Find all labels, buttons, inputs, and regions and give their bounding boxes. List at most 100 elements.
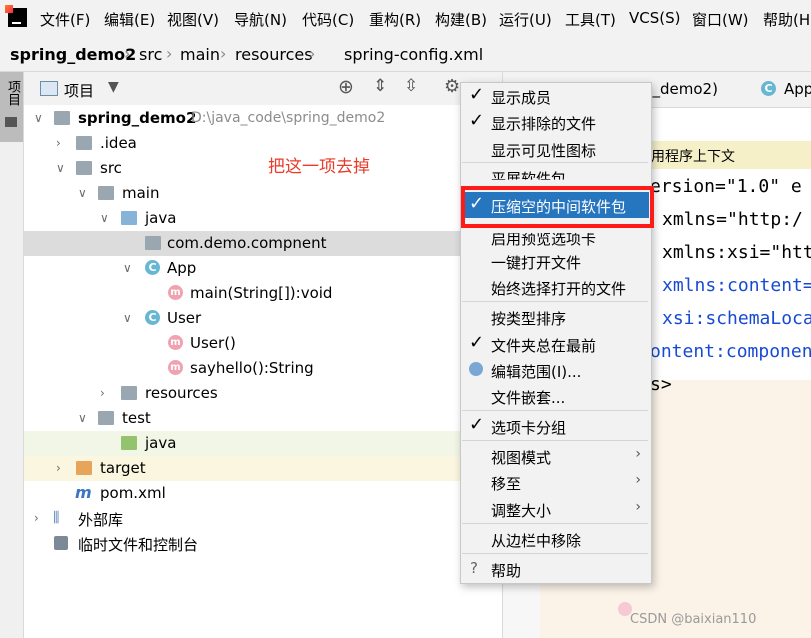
menu-item-show-visibility[interactable]: 显示可见性图标 (461, 136, 649, 162)
menu-build[interactable]: 构建(B) (435, 9, 487, 30)
folder-icon (5, 117, 17, 127)
chevron-down-icon[interactable]: ∨ (100, 211, 109, 225)
menu-item-sort-by-type[interactable]: 按类型排序 (461, 304, 649, 330)
project-panel-title[interactable]: 项目 (64, 80, 94, 101)
chevron-down-icon[interactable]: ∨ (123, 311, 132, 325)
tree-row-external-libs[interactable]: › ⫼ 外部库 (24, 506, 502, 531)
breadcrumb-file[interactable]: spring-config.xml (344, 45, 483, 64)
locate-target-icon[interactable]: ⊕ (338, 76, 354, 98)
tree-row-app[interactable]: ∨ C App (24, 256, 502, 281)
project-panel-header: 项目 ▼ ⊕ ⇕ ⇳ ⚙ (24, 72, 502, 105)
tree-row-scratches[interactable]: 临时文件和控制台 (24, 531, 502, 556)
tree-row-test[interactable]: ∨ test (24, 406, 502, 431)
code-line[interactable]: ontent:componen (650, 341, 811, 362)
annotation-text: 把这一项去掉 (268, 157, 370, 177)
tree-row-package[interactable]: com.demo.compnent (24, 231, 502, 256)
tree-row-main-method[interactable]: m main(String[]):void (24, 281, 502, 306)
menu-item-label: 移至 (491, 475, 522, 493)
tree-row-idea[interactable]: › .idea (24, 131, 502, 156)
menu-run[interactable]: 运行(U) (499, 9, 552, 30)
menu-item-autoscroll[interactable]: 始终选择打开的文件 (461, 274, 649, 300)
chevron-down-icon[interactable]: ∨ (78, 411, 87, 425)
menu-view[interactable]: 视图(V) (167, 9, 219, 30)
chevron-right-icon: › (635, 499, 641, 515)
tree-label: pom.xml (100, 484, 166, 502)
menu-item-move-to[interactable]: 移至 › (461, 469, 649, 495)
menu-vcs[interactable]: VCS(S) (629, 9, 680, 27)
collapse-all-icon[interactable]: ⇳ (404, 76, 418, 96)
tree-row-test-java[interactable]: java (24, 431, 502, 456)
tree-label: 临时文件和控制台 (78, 536, 199, 554)
dropdown-caret-icon[interactable]: ▼ (108, 79, 119, 95)
menu-item-remove-from-sidebar[interactable]: 从边栏中移除 (461, 526, 649, 552)
tree-label: 外部库 (78, 511, 124, 529)
breadcrumb-project[interactable]: spring_demo2 (10, 45, 136, 64)
menu-edit[interactable]: 编辑(E) (104, 9, 155, 30)
menu-item-label: 文件夹总在最前 (491, 337, 597, 355)
tree-label: java (145, 209, 177, 227)
menu-item-folders-first[interactable]: ✓ 文件夹总在最前 (461, 331, 649, 357)
code-line[interactable]: ersion="1.0" e (650, 176, 802, 197)
test-folder-icon (121, 436, 137, 450)
tree-row-project[interactable]: ∨ spring_demo2 D:\java_code\spring_demo2 (24, 106, 502, 131)
menu-item-label: 文件嵌套... (491, 389, 566, 407)
tree-row-resources[interactable]: › resources (24, 381, 502, 406)
intellij-logo-icon (5, 5, 27, 27)
editor-tab-app[interactable]: App (784, 80, 811, 98)
chevron-right-icon[interactable]: › (56, 461, 61, 475)
menu-window[interactable]: 窗口(W) (692, 9, 749, 30)
tree-row-main[interactable]: ∨ main (24, 181, 502, 206)
code-line[interactable]: xmlns:content= (662, 275, 811, 296)
menu-item-help[interactable]: ? 帮助 (461, 556, 649, 582)
menu-help[interactable]: 帮助(H) (763, 9, 811, 30)
breadcrumb-resources[interactable]: resources (235, 45, 313, 64)
chevron-right-icon: › (220, 44, 227, 63)
highlight-box (461, 186, 654, 228)
chevron-right-icon: › (309, 44, 316, 63)
menu-item-show-members[interactable]: ✓ 显示成员 (461, 83, 649, 109)
chevron-down-icon[interactable]: ∨ (56, 161, 65, 175)
tree-row-user-ctor[interactable]: m User() (24, 331, 502, 356)
project-view-icon (40, 81, 58, 96)
menu-item-group-tabs[interactable]: ✓ 选项卡分组 (461, 413, 649, 439)
code-line[interactable]: s> (650, 374, 672, 395)
chevron-right-icon[interactable]: › (56, 136, 61, 150)
menu-item-file-nesting[interactable]: 文件嵌套... (461, 383, 649, 409)
breadcrumb-src[interactable]: src (139, 45, 162, 64)
editor-tab-label[interactable]: g_demo2) (643, 80, 718, 98)
tree-label: target (100, 459, 146, 477)
folder-icon (98, 411, 114, 425)
tree-row-target[interactable]: › target (24, 456, 502, 481)
menu-code[interactable]: 代码(C) (302, 9, 354, 30)
chevron-down-icon[interactable]: ∨ (123, 261, 132, 275)
project-path: D:\java_code\spring_demo2 (191, 110, 386, 126)
expand-all-icon[interactable]: ⇕ (373, 76, 387, 96)
tree-row-pom[interactable]: m pom.xml (24, 481, 502, 506)
code-line[interactable]: xmlns="http:/ (662, 209, 803, 230)
gear-icon[interactable]: ⚙ (444, 76, 460, 97)
tree-row-user[interactable]: ∨ C User (24, 306, 502, 331)
breadcrumb-main[interactable]: main (180, 45, 220, 64)
code-line[interactable]: xmlns:xsi="htt (662, 242, 811, 263)
menu-tools[interactable]: 工具(T) (565, 9, 616, 30)
menu-item-single-click[interactable]: 一键打开文件 (461, 248, 649, 274)
chevron-right-icon[interactable]: › (34, 511, 39, 525)
menu-separator (462, 523, 648, 524)
menu-item-show-excluded[interactable]: ✓ 显示排除的文件 (461, 109, 649, 135)
menu-refactor[interactable]: 重构(R) (369, 9, 421, 30)
menu-item-label: 从边栏中移除 (491, 532, 582, 550)
tree-row-src[interactable]: ∨ src (24, 156, 502, 181)
chevron-right-icon[interactable]: › (100, 386, 105, 400)
chevron-down-icon[interactable]: ∨ (34, 111, 43, 125)
tree-row-java[interactable]: ∨ java (24, 206, 502, 231)
menu-item-resize[interactable]: 调整大小 › (461, 496, 649, 522)
menu-item-view-mode[interactable]: 视图模式 › (461, 443, 649, 469)
menu-item-edit-scopes[interactable]: 编辑范围(I)... (461, 357, 649, 383)
tree-label: resources (145, 384, 218, 402)
tree-row-sayhello[interactable]: m sayhello():String (24, 356, 502, 381)
menu-navigate[interactable]: 导航(N) (234, 9, 287, 30)
chevron-down-icon[interactable]: ∨ (78, 186, 87, 200)
code-line[interactable]: xsi:schemaLoca (662, 308, 811, 329)
menu-file[interactable]: 文件(F) (40, 9, 90, 30)
chevron-right-icon: › (635, 472, 641, 488)
